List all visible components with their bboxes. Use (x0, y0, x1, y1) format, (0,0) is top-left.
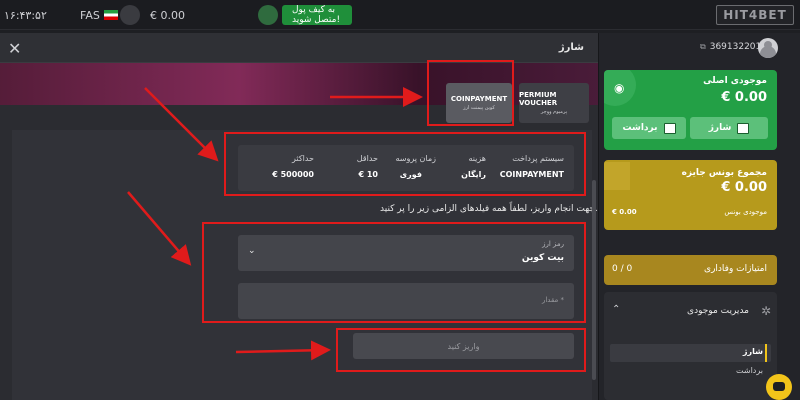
bonus-title: مجموع بونس جایزه (681, 168, 767, 178)
arrow-to-button (235, 340, 331, 361)
wallet-management-title[interactable]: مدیریت موجودی (687, 306, 749, 316)
bonus-value: € 0.00 (721, 180, 767, 195)
user-id-row[interactable]: ⧉ 369132201 (700, 42, 761, 52)
bonus-card: مجموع بونس جایزه € 0.00 موجودی بونس € 0.… (604, 160, 777, 230)
gear-icon: ✲ (760, 304, 771, 318)
chat-support-icon[interactable] (766, 374, 792, 400)
chevron-up-icon[interactable]: ⌃ (612, 304, 620, 315)
deposit-shortcut-label: شارژ (708, 123, 732, 133)
copy-icon[interactable]: ⧉ (700, 42, 706, 52)
active-indicator (765, 344, 767, 362)
main-balance-value: € 0.00 (721, 90, 767, 105)
eye-icon[interactable]: ◉ (614, 81, 624, 95)
modal-scrollbar[interactable] (592, 180, 596, 380)
main-balance-card: ◉ موجودی اصلی € 0.00 شارژ برداشت (604, 70, 777, 150)
loyalty-value: 0 / 0 (612, 264, 633, 274)
deposit-shortcut-button[interactable]: شارژ (690, 117, 768, 139)
user-id-text: 369132201 (709, 42, 762, 52)
loyalty-points-bar[interactable]: 0 / 0 امتیازات وفاداری (604, 255, 777, 285)
main-balance-title: موجودی اصلی (703, 76, 767, 86)
sidebar-item-withdraw[interactable]: برداشت (736, 366, 763, 375)
arrow-to-table (144, 87, 219, 162)
withdraw-shortcut-label: برداشت (622, 123, 658, 133)
withdraw-shortcut-button[interactable]: برداشت (612, 117, 686, 139)
sidebar-item-deposit-label: شارژ (742, 347, 763, 356)
loyalty-label: امتیازات وفاداری (704, 264, 767, 274)
bonus-balance-label: موجودی بونس (724, 208, 767, 216)
puzzle-decoration-icon (604, 162, 630, 190)
bonus-balance-value: € 0.00 (612, 208, 637, 216)
avatar[interactable] (758, 38, 778, 58)
wallet-management-menu: ⌃ مدیریت موجودی ✲ شارژ برداشت (604, 292, 777, 400)
wallet-icon (737, 122, 750, 134)
withdraw-icon (663, 122, 676, 134)
arrow-to-fields (127, 191, 192, 266)
